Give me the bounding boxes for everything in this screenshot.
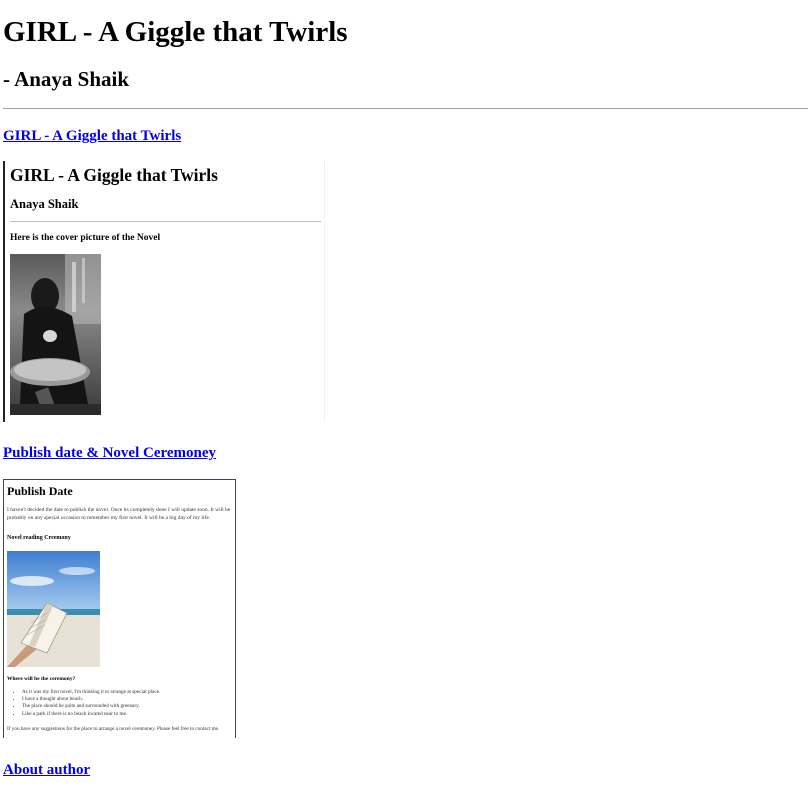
preview-title: GIRL - A Giggle that Twirls: [10, 165, 218, 185]
preview-caption: Here is the cover picture of the Novel: [10, 233, 161, 243]
novel-preview-frame: GIRL - A Giggle that Twirls Anaya Shaik …: [3, 161, 325, 422]
ceremony-question: Where will be the ceremony?: [7, 676, 76, 682]
preview-author: Anaya Shaik: [10, 197, 79, 211]
beach-photo: [7, 551, 100, 667]
preview-divider: [10, 221, 321, 222]
suggestion-footer: If you have any suggestions for the plac…: [7, 726, 220, 732]
publish-heading: Publish Date: [7, 484, 73, 498]
list-item: As it was my first novel, I'm thinking i…: [22, 689, 160, 696]
cover-photo: [10, 254, 101, 415]
author-heading: - Anaya Shaik: [3, 67, 130, 91]
divider: [3, 108, 808, 109]
ceremony-subheading: Novel reading Creemony: [7, 535, 71, 541]
beach-photo-image: [7, 551, 100, 667]
list-item: The place should be quite and surrounded…: [22, 703, 160, 710]
page-title: GIRL - A Giggle that Twirls: [3, 16, 348, 48]
publish-preview-frame: Publish Date I haven't decided the date …: [3, 479, 236, 738]
list-item: I have a thought about beach.: [22, 696, 160, 703]
about-author-link[interactable]: About author: [3, 761, 90, 779]
ceremony-list: As it was my first novel, I'm thinking i…: [7, 689, 160, 718]
list-item: Like a park if there is no beach located…: [22, 711, 160, 718]
publish-link[interactable]: Publish date & Novel Ceremoney: [3, 444, 216, 462]
publish-paragraph: I haven't decided the date to publish th…: [7, 507, 231, 521]
cover-photo-image: [10, 254, 101, 415]
page: GIRL - A Giggle that Twirls - Anaya Shai…: [0, 0, 808, 800]
novel-link[interactable]: GIRL - A Giggle that Twirls: [3, 127, 181, 145]
